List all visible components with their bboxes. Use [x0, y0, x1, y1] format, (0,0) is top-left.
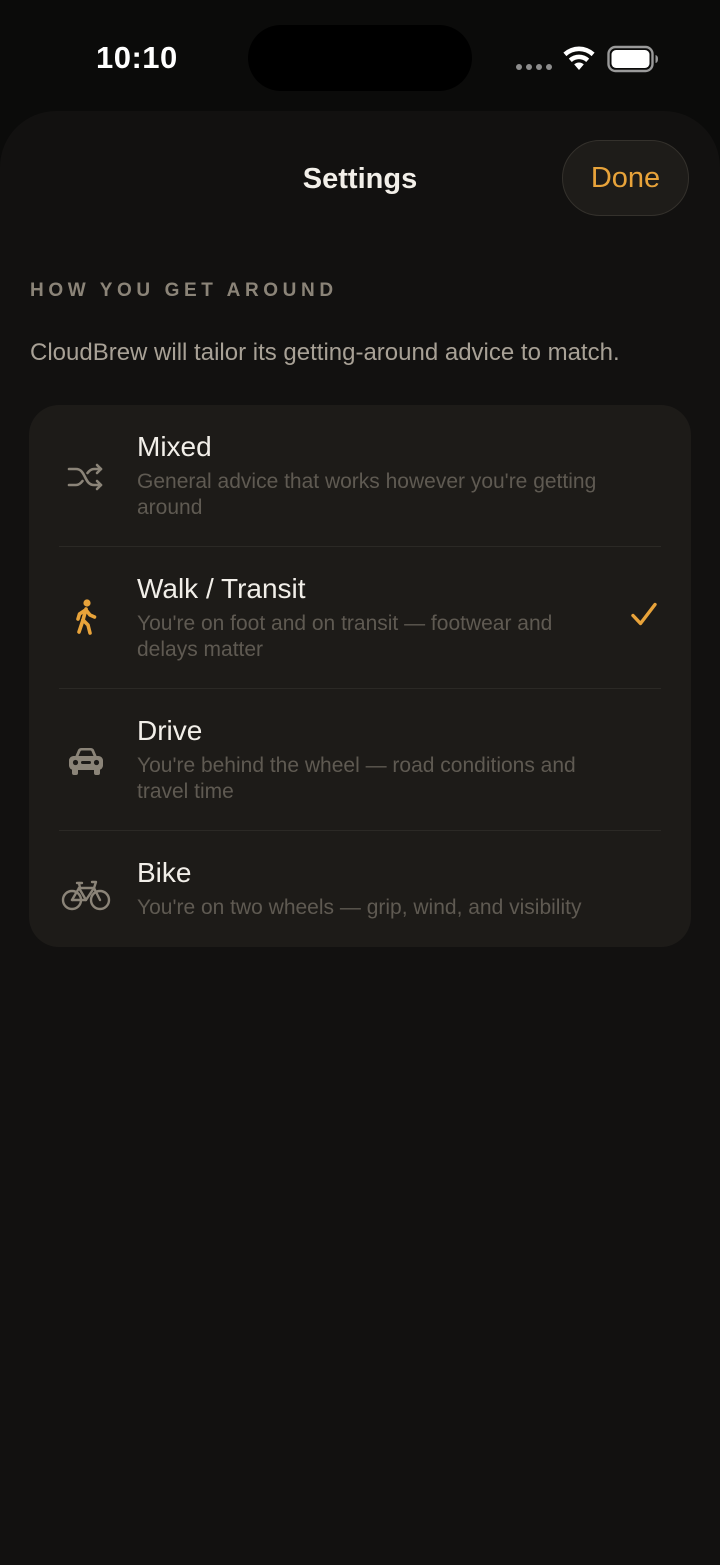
settings-sheet: Settings Done HOW YOU GET AROUND CloudBr…	[0, 111, 720, 1565]
car-icon	[59, 739, 113, 783]
option-description: You're behind the wheel — road condition…	[137, 754, 576, 803]
option-bike[interactable]: Bike You're on two wheels — grip, wind, …	[29, 831, 691, 947]
option-description: You're on two wheels — grip, wind, and v…	[137, 896, 582, 919]
option-title: Bike	[137, 857, 192, 888]
bicycle-icon	[57, 873, 115, 917]
option-title: Drive	[137, 715, 203, 746]
cellular-signal-icon	[516, 64, 552, 70]
section-header: HOW YOU GET AROUND	[30, 280, 338, 301]
option-drive[interactable]: Drive You're behind the wheel — road con…	[29, 689, 691, 831]
done-button[interactable]: Done	[562, 140, 689, 216]
status-bar: 10:10	[0, 0, 720, 110]
settings-screen: 10:10 Settings Done HOW YOU GET AROUND C…	[0, 0, 720, 1565]
transport-options-list: Mixed General advice that works however …	[29, 405, 691, 947]
option-description: You're on foot and on transit — footwear…	[137, 612, 553, 661]
dynamic-island	[248, 25, 472, 91]
status-time: 10:10	[96, 40, 178, 75]
wifi-icon	[563, 46, 595, 70]
option-title: Mixed	[137, 431, 212, 462]
walking-person-icon	[59, 595, 113, 639]
option-description: General advice that works however you're…	[137, 470, 597, 519]
battery-icon	[607, 45, 658, 73]
option-title: Walk / Transit	[137, 573, 306, 604]
shuffle-icon	[59, 455, 113, 499]
section-subtitle: CloudBrew will tailor its getting-around…	[30, 339, 620, 366]
option-walk-transit[interactable]: Walk / Transit You're on foot and on tra…	[29, 547, 691, 689]
option-mixed[interactable]: Mixed General advice that works however …	[29, 405, 691, 547]
checkmark-icon	[631, 602, 657, 626]
